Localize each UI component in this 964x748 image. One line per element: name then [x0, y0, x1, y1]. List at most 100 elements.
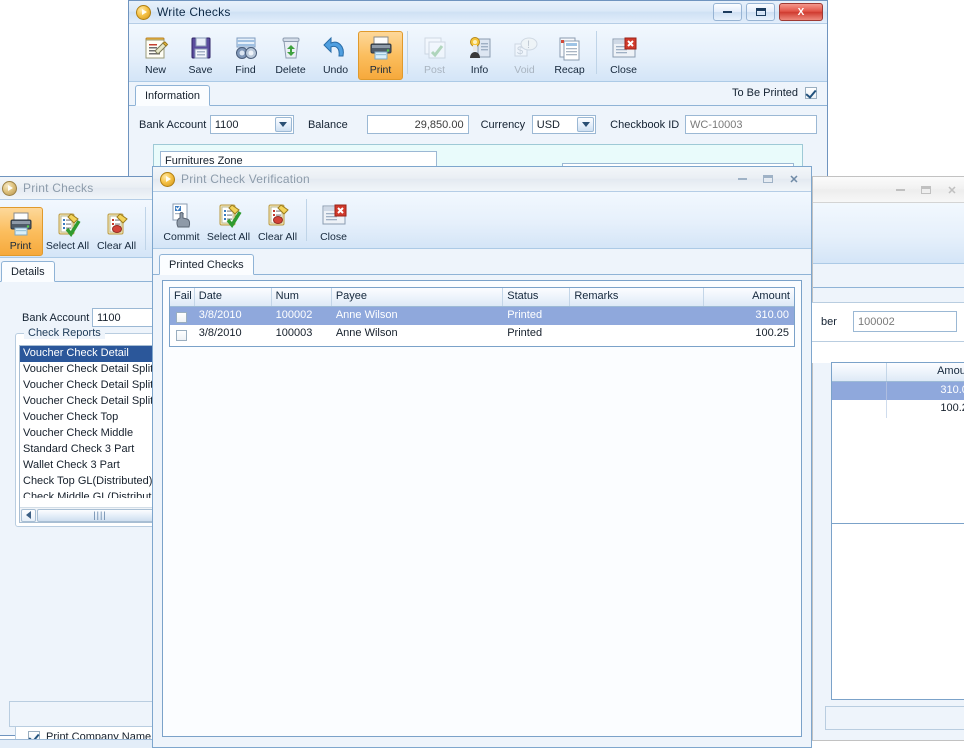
toolbar-find-button[interactable]: Find [223, 31, 268, 80]
list-item[interactable]: Voucher Check Middle [20, 426, 164, 442]
bank-account-combo[interactable]: 1100 [209, 115, 294, 134]
list-item[interactable]: Voucher Check Detail Split [20, 362, 164, 378]
print-check-verification-window: Print Check Verification ✕ Commit Select… [152, 166, 812, 748]
verification-close-label: Close [320, 231, 347, 243]
to-be-printed-checkbox[interactable] [805, 87, 817, 99]
checkbook-id-field[interactable]: WC-10003 [684, 115, 818, 134]
toolbar-print-button[interactable]: Print [358, 31, 403, 80]
maximize-button[interactable] [915, 181, 937, 199]
background-grid-row[interactable]: 310.00 [832, 382, 964, 400]
background-grid-col-amount[interactable]: Amount [887, 363, 964, 381]
close-button[interactable]: ✕ [941, 181, 963, 199]
number-field[interactable]: 100002 [853, 311, 957, 332]
write-checks-titlebar[interactable]: Write Checks X [129, 1, 827, 24]
verification-close-button[interactable]: Close [311, 198, 356, 247]
background-window-titlebar[interactable]: ✕ [813, 177, 964, 203]
maximize-button[interactable] [746, 3, 775, 21]
fail-checkbox[interactable] [176, 311, 188, 323]
close-button[interactable]: ✕ [783, 170, 805, 188]
toolbar-recap-button[interactable]: Recap [547, 31, 592, 80]
grid-col-date[interactable]: Date [195, 288, 272, 306]
toolbar-delete-button[interactable]: Delete [268, 31, 313, 80]
chevron-down-icon[interactable] [577, 117, 595, 132]
toolbar-info-button[interactable]: Info [457, 31, 502, 80]
list-item[interactable]: Voucher Check Detail Split I [20, 394, 164, 410]
minimize-icon [737, 178, 747, 180]
toolbar-void-button[interactable]: $ ! Void [502, 31, 547, 80]
toolbar-post-button[interactable]: Post [412, 31, 457, 80]
verification-select-all-button[interactable]: Select All [204, 198, 253, 247]
background-amount-cell: 100.25 [940, 402, 964, 414]
post-check-icon [421, 34, 449, 62]
minimize-button[interactable] [713, 3, 742, 21]
print-bank-account-field[interactable]: 1100 [92, 308, 158, 327]
grid-col-payee[interactable]: Payee [332, 288, 504, 306]
list-item[interactable]: Voucher Check Top [20, 410, 164, 426]
toolbar-undo-button[interactable]: Undo [313, 31, 358, 80]
verification-commit-label: Commit [163, 231, 200, 243]
fail-checkbox[interactable] [176, 329, 188, 341]
tab-printed-checks[interactable]: Printed Checks [159, 254, 254, 275]
list-item-label: Voucher Check Detail Split I [23, 379, 160, 391]
undo-arrow-icon [322, 34, 350, 62]
list-item[interactable]: Check Middle GL(Distribut [20, 490, 164, 498]
currency-combo[interactable]: USD [531, 115, 597, 134]
table-row[interactable]: 3/8/2010 100003 Anne Wilson Printed 100.… [170, 325, 794, 343]
tab-information[interactable]: Information [135, 85, 211, 106]
printed-checks-grid[interactable]: Fail Date Num Payee Status Remarks Amoun… [169, 287, 795, 347]
scroll-thumb[interactable]: |||| [37, 508, 163, 522]
grid-col-amount[interactable]: Amount [704, 288, 794, 306]
list-item[interactable]: Voucher Check Detail Split I [20, 378, 164, 394]
toolbar-save-button[interactable]: Save [178, 31, 223, 80]
void-warning-icon: $ ! [511, 34, 539, 62]
currency-value: USD [536, 118, 560, 131]
verification-window-buttons: ✕ [731, 170, 805, 188]
fail-cell[interactable] [170, 325, 195, 343]
to-be-printed-group[interactable]: To Be Printed [732, 87, 817, 99]
background-grid-col-blank[interactable] [832, 363, 887, 381]
print-toolbar-select-all-button[interactable]: Select All [43, 207, 92, 256]
print-checks-title: Print Checks [23, 181, 94, 195]
background-number-group: ber 100002 [807, 302, 964, 342]
toolbar-close-button[interactable]: Close [601, 31, 646, 80]
listbox-hscrollbar[interactable]: |||| [20, 507, 164, 522]
grid-col-status[interactable]: Status [503, 288, 571, 306]
background-grid-header: Amount [832, 363, 964, 382]
grid-col-num[interactable]: Num [272, 288, 332, 306]
print-toolbar-select-all-label: Select All [45, 240, 90, 252]
minimize-button[interactable] [889, 181, 911, 199]
list-item-label: Check Middle GL(Distribut [23, 491, 152, 498]
table-row[interactable]: 3/8/2010 100002 Anne Wilson Printed 310.… [170, 307, 794, 325]
verification-commit-button[interactable]: Commit [159, 198, 204, 247]
grid-header-row: Fail Date Num Payee Status Remarks Amoun… [170, 288, 794, 307]
number-value: 100002 [858, 315, 895, 328]
scroll-left-arrow-icon[interactable] [21, 508, 36, 522]
background-amount-grid[interactable]: Amount 310.00 100.25 [831, 362, 964, 524]
chevron-down-icon[interactable] [274, 117, 292, 132]
verification-clear-all-button[interactable]: Clear All [253, 198, 302, 247]
minimize-button[interactable] [731, 170, 753, 188]
list-item-label: Wallet Check 3 Part [23, 459, 120, 471]
list-item[interactable]: Voucher Check Detail [20, 346, 164, 362]
print-toolbar-clear-all-button[interactable]: Clear All [92, 207, 141, 256]
grid-col-remarks[interactable]: Remarks [570, 288, 705, 306]
close-button[interactable]: X [779, 3, 823, 21]
verification-select-all-label: Select All [206, 231, 251, 243]
print-checks-titlebar[interactable]: Print Checks [0, 177, 159, 200]
list-item[interactable]: Wallet Check 3 Part [20, 458, 164, 474]
list-item[interactable]: Standard Check 3 Part [20, 442, 164, 458]
verification-titlebar[interactable]: Print Check Verification ✕ [153, 167, 811, 192]
fail-cell[interactable] [170, 307, 195, 325]
close-icon: X [797, 6, 805, 18]
toolbar-new-button[interactable]: New [133, 31, 178, 80]
print-toolbar-clear-all-label: Clear All [96, 240, 137, 252]
print-toolbar-print-button[interactable]: Print [0, 207, 43, 256]
grid-col-fail[interactable]: Fail [170, 288, 195, 306]
list-item[interactable]: Check Top GL(Distributed) [20, 474, 164, 490]
check-reports-listbox[interactable]: Voucher Check Detail Voucher Check Detai… [19, 345, 165, 523]
tab-details[interactable]: Details [1, 261, 55, 282]
maximize-button[interactable] [757, 170, 779, 188]
toolbar-close-label: Close [610, 64, 637, 76]
background-grid-row[interactable]: 100.25 [832, 400, 964, 418]
background-window-buttons: ✕ [889, 181, 963, 199]
